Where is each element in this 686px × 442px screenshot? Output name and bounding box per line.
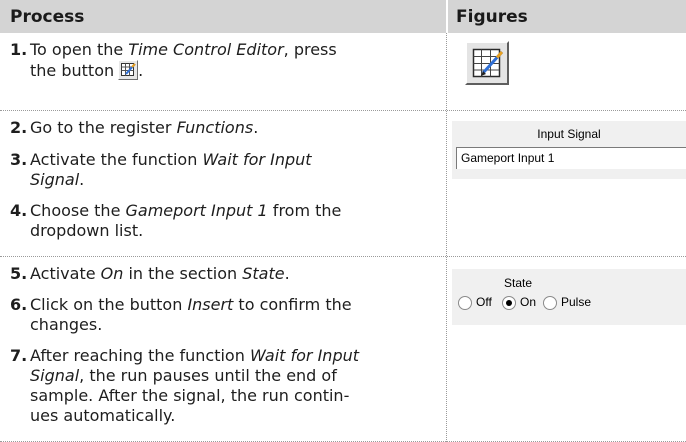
input-signal-dropdown[interactable]: Gameport Input 1 — [456, 147, 686, 169]
state-figure: State Off On Pulse — [452, 269, 686, 325]
step-number: 3. — [10, 150, 28, 169]
input-signal-figure: Input Signal Gameport Input 1 — [452, 121, 686, 179]
step-text: Activate On in the section State. — [30, 264, 290, 283]
radio-label: Pulse — [561, 295, 592, 309]
time-control-editor-button[interactable] — [465, 41, 509, 85]
step-text: Activate the function Wait for Input Sign… — [30, 150, 312, 189]
step-number: 1. — [10, 40, 28, 59]
step-4: 4. Choose the Gameport Input 1 from the d… — [10, 201, 440, 241]
time-control-editor-icon — [472, 48, 504, 78]
step-text: Click on the button Insert to confirm th… — [30, 295, 352, 334]
step-number: 2. — [10, 118, 28, 137]
header-column-divider — [446, 0, 448, 33]
time-control-editor-icon — [118, 60, 139, 80]
step-3: 3. Activate the function Wait for Input S… — [10, 150, 440, 190]
step-text: To open the Time Control Editor, press th… — [30, 40, 337, 80]
row-divider — [0, 110, 686, 111]
step-text: After reaching the function Wait for Inp… — [30, 346, 360, 425]
step-number: 7. — [10, 346, 28, 365]
radio-button[interactable] — [458, 296, 472, 310]
step-number: 6. — [10, 295, 28, 314]
step-5: 5. Activate On in the section State. — [10, 264, 440, 284]
step-6: 6. Click on the button Insert to confirm… — [10, 295, 440, 335]
table-header: Process Figures — [0, 0, 686, 33]
step-text: Choose the Gameport Input 1 from the drop… — [30, 201, 342, 240]
step-2: 2. Go to the register Functions. — [10, 118, 440, 138]
figures-column-header: Figures — [456, 7, 528, 27]
row-divider — [0, 256, 686, 257]
process-column-header: Process — [10, 7, 85, 27]
step-number: 4. — [10, 201, 28, 220]
radio-selected-dot — [506, 300, 512, 306]
step-7: 7. After reaching the function Wait for … — [10, 346, 440, 426]
step-text: Go to the register Functions. — [30, 118, 259, 137]
step-number: 5. — [10, 264, 28, 283]
input-signal-title: Input Signal — [537, 127, 601, 141]
step-1: 1. To open the Time Control Editor, pres… — [10, 40, 440, 81]
instruction-table: Process Figures 1. To open the Time Cont… — [0, 0, 686, 442]
state-title: State — [503, 276, 533, 290]
radio-label: Off — [476, 295, 492, 309]
radio-label: On — [520, 295, 537, 309]
radio-button[interactable] — [502, 296, 516, 310]
column-divider — [446, 33, 447, 442]
radio-button[interactable] — [543, 296, 557, 310]
input-signal-value: Gameport Input 1 — [461, 151, 555, 165]
